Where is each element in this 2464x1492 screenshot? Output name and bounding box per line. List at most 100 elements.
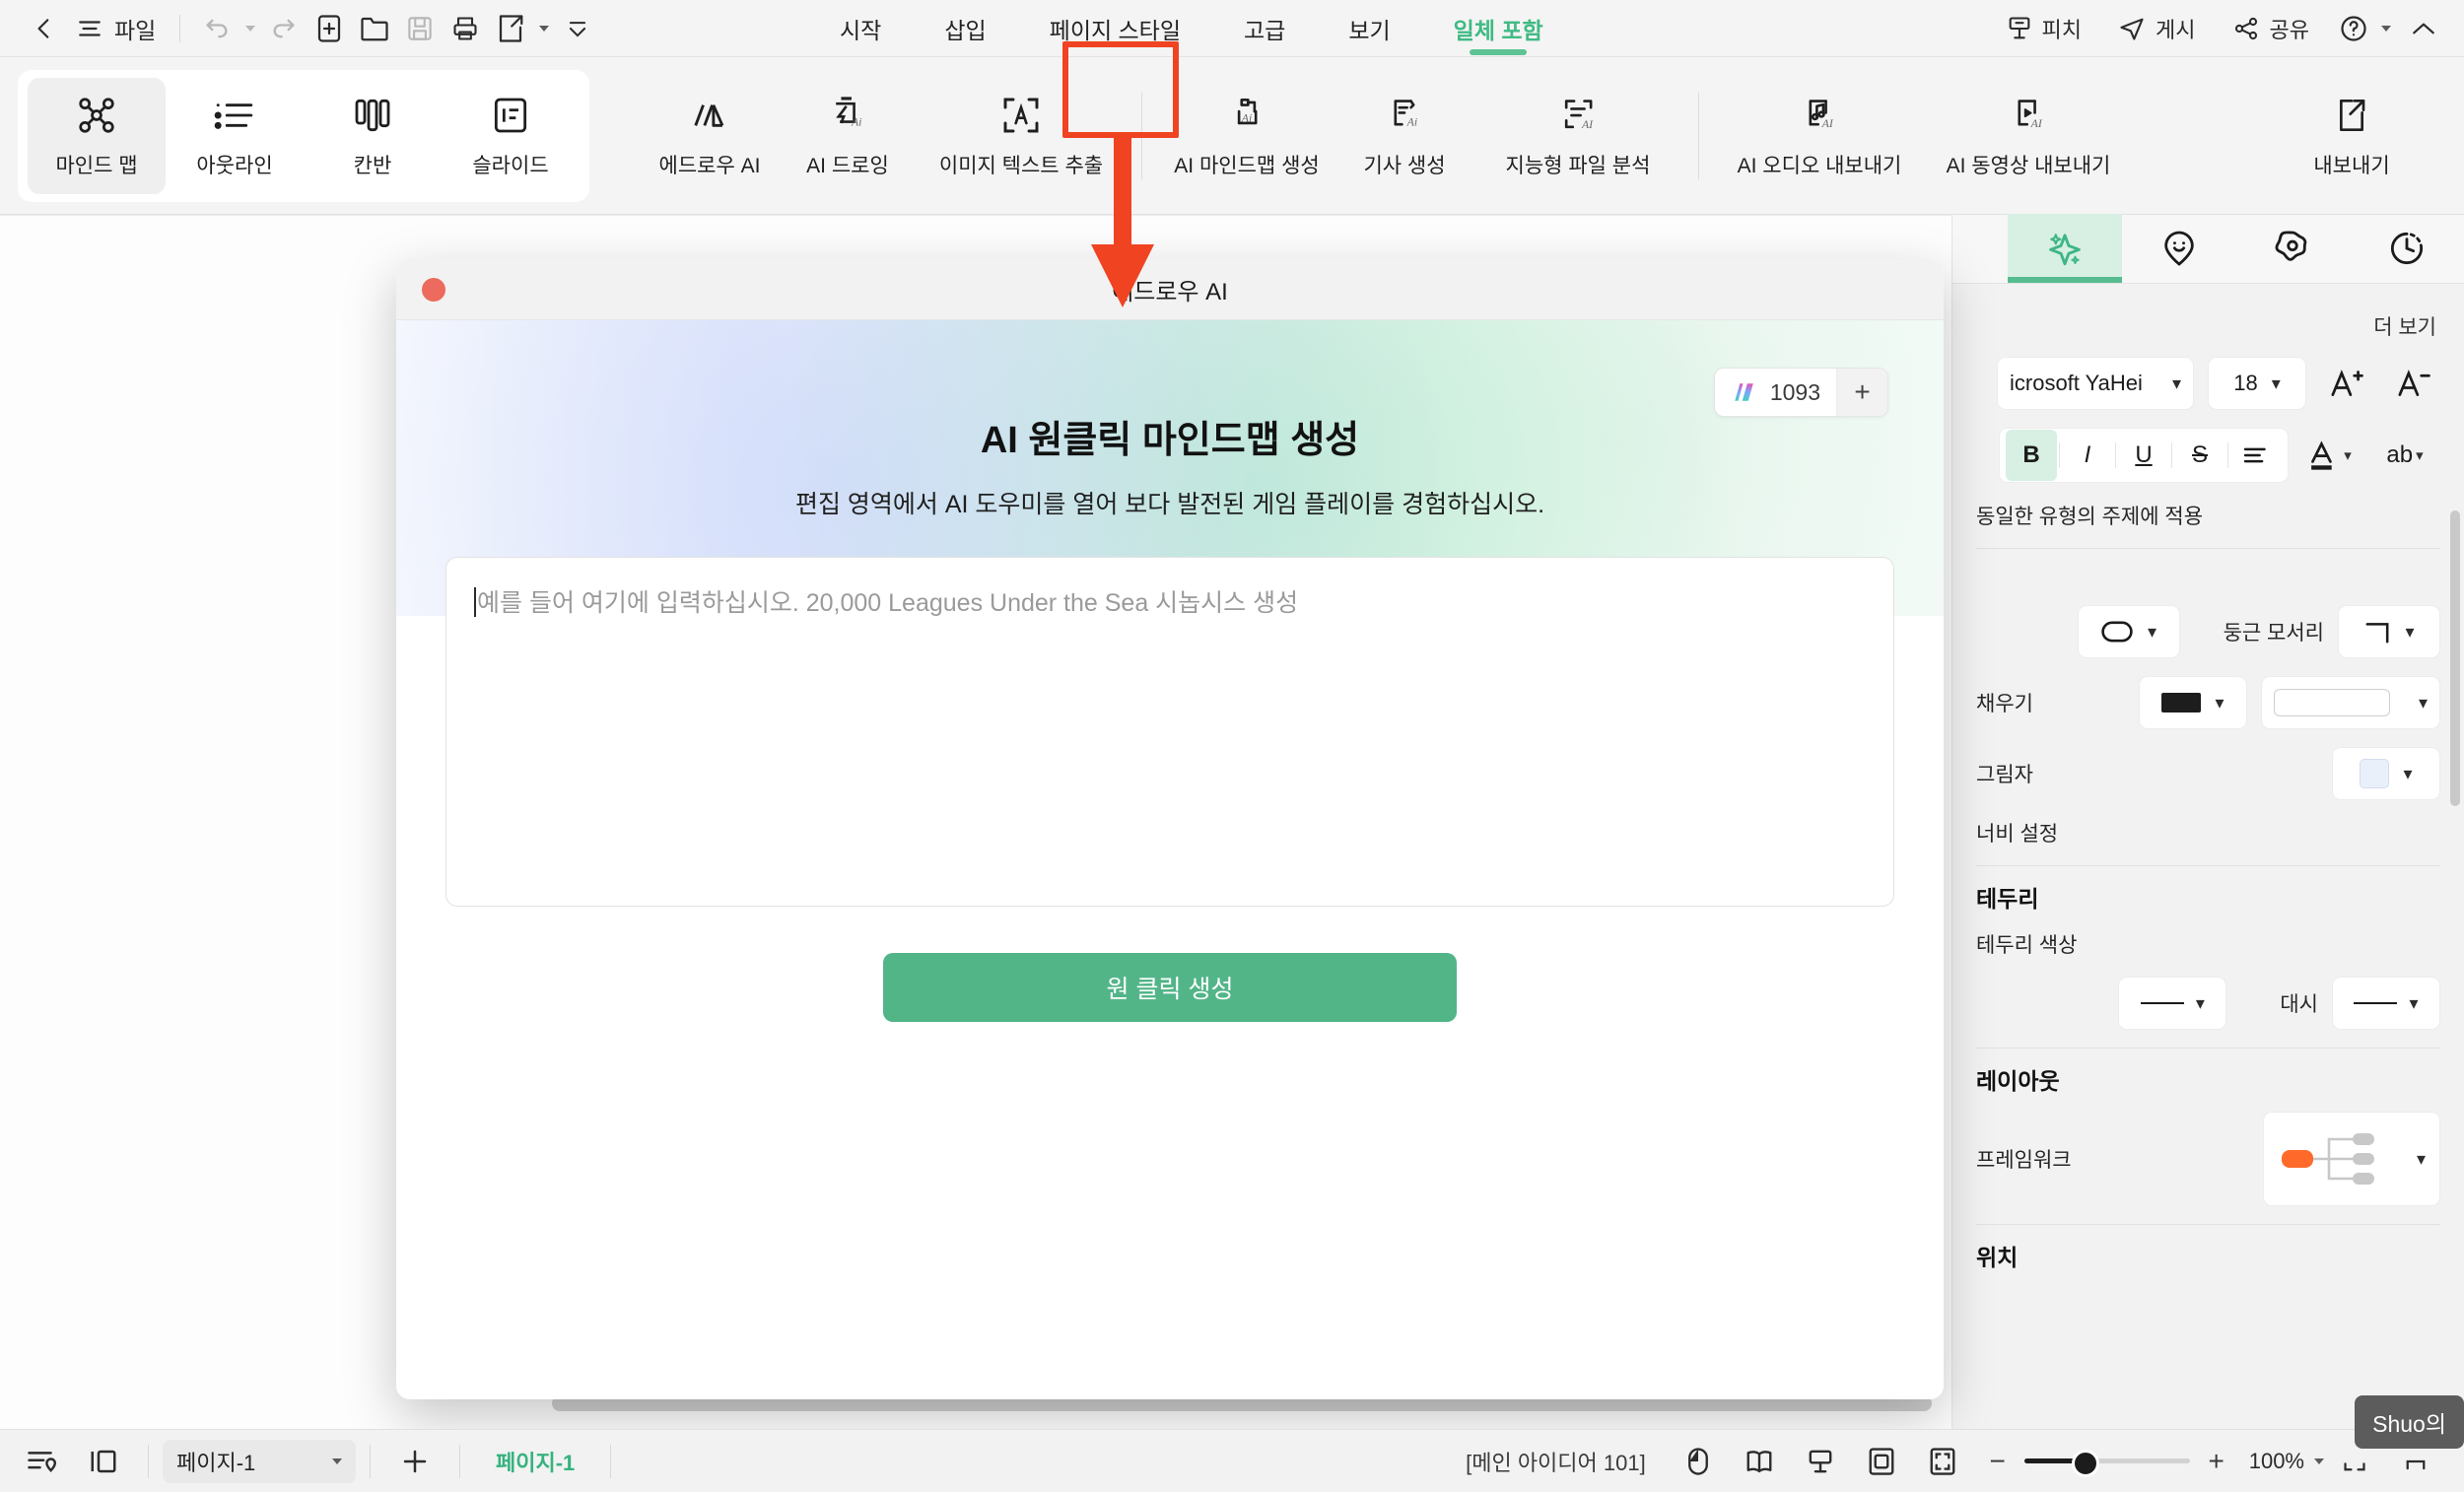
book-icon[interactable]: [1729, 1430, 1790, 1492]
align-icon[interactable]: [2230, 430, 2282, 481]
apply-same-type-row[interactable]: 동일한 유형의 주제에 적용: [1976, 501, 2440, 530]
dash-style-select[interactable]: ▾: [2332, 977, 2440, 1030]
outline-locate-icon[interactable]: [12, 1430, 73, 1492]
tab-all-inclusive[interactable]: 일체 포함: [1422, 0, 1575, 57]
page-select[interactable]: 페이지-1: [163, 1439, 356, 1483]
outline-list-icon: [213, 93, 256, 138]
framework-select[interactable]: ▾: [2263, 1112, 2440, 1206]
border-color-row[interactable]: 테두리 색상: [1976, 929, 2440, 959]
mouse-icon[interactable]: [1668, 1430, 1729, 1492]
font-color-icon[interactable]: ▾: [2302, 429, 2356, 482]
fullscreen-icon[interactable]: [1912, 1430, 1973, 1492]
font-decrease-icon[interactable]: [2387, 357, 2440, 410]
back-icon[interactable]: [22, 7, 67, 50]
zoom-slider[interactable]: [2023, 1450, 2190, 1477]
prompt-textarea[interactable]: 예를 들어 여기에 입력하십시오. 20,000 Leagues Under t…: [445, 557, 1894, 907]
fill-style-select[interactable]: ▾: [2261, 676, 2440, 729]
fit-page-icon[interactable]: [1851, 1430, 1912, 1492]
font-size-select[interactable]: 18 ▾: [2208, 357, 2306, 410]
ribbon-item-ai-drawing[interactable]: Ai AI 드로잉: [779, 78, 917, 194]
tab-page-style[interactable]: 페이지 스타일: [1018, 0, 1212, 57]
width-row[interactable]: 너비 설정: [1976, 818, 2440, 848]
fill-color-select[interactable]: ▾: [2139, 676, 2247, 729]
new-document-icon[interactable]: [307, 7, 352, 50]
shadow-row: 그림자 ▾: [1976, 747, 2440, 800]
print-icon[interactable]: [443, 7, 488, 50]
collapse-ribbon-button[interactable]: [2397, 19, 2444, 38]
font-increase-icon[interactable]: [2320, 357, 2373, 410]
panel-tab-ai[interactable]: [2008, 214, 2122, 283]
tab-advanced[interactable]: 고급: [1212, 0, 1317, 57]
presentation-view-icon[interactable]: [1790, 1430, 1851, 1492]
save-icon[interactable]: [397, 7, 443, 50]
chevron-down-icon: ▾: [2409, 992, 2419, 1013]
rounded-corner-select[interactable]: ▾: [2338, 605, 2440, 658]
svg-text:AI: AI: [1581, 117, 1594, 131]
share-label: 공유: [2269, 18, 2309, 42]
page-tab-1[interactable]: 페이지-1: [474, 1446, 596, 1477]
underline-icon[interactable]: U: [2118, 430, 2169, 481]
more-tools-icon[interactable]: [555, 7, 600, 50]
ribbon-item-image-ocr[interactable]: 이미지 텍스트 추출: [917, 78, 1126, 194]
zoom-out-button[interactable]: −: [1985, 1446, 2011, 1477]
share-button[interactable]: 공유: [2214, 13, 2327, 44]
strikethrough-icon[interactable]: S: [2174, 430, 2225, 481]
prompt-placeholder: 예를 들어 여기에 입력하십시오. 20,000 Leagues Under t…: [474, 583, 1866, 619]
shape-select[interactable]: ▾: [2077, 605, 2180, 658]
publish-button[interactable]: 게시: [2099, 13, 2213, 44]
panel-tab-settings[interactable]: [2236, 214, 2351, 283]
fill-color-swatch: [2161, 693, 2202, 712]
italic-icon[interactable]: I: [2062, 430, 2113, 481]
ribbon-item-article-gen[interactable]: Ai 기사 생성: [1335, 78, 1473, 194]
chevron-down-icon: ▾: [2271, 373, 2281, 393]
tab-view[interactable]: 보기: [1317, 0, 1421, 57]
tab-insert[interactable]: 삽입: [913, 0, 1017, 57]
ribbon-item-slide[interactable]: 슬라이드: [442, 78, 580, 194]
divider: [610, 1444, 612, 1478]
file-menu-label[interactable]: 파일: [112, 12, 166, 45]
export-share-icon[interactable]: [488, 7, 533, 50]
svg-text:Ai: Ai: [1241, 110, 1252, 124]
shadow-select[interactable]: ▾: [2332, 747, 2440, 800]
chevron-down-icon: ▾: [2195, 992, 2205, 1013]
ribbon-item-kanban[interactable]: 칸반: [304, 78, 442, 194]
panel-tab-theme[interactable]: [2122, 214, 2236, 283]
undo-icon[interactable]: [194, 7, 240, 50]
bold-icon[interactable]: B: [2006, 430, 2057, 481]
ribbon-item-mindmap[interactable]: 마인드 맵: [28, 77, 166, 194]
chevron-down-icon: [332, 1458, 342, 1464]
divider: [2059, 442, 2060, 468]
ribbon-item-file-analysis[interactable]: AI 지능형 파일 분석: [1473, 78, 1682, 194]
export-dropdown-icon[interactable]: [533, 7, 555, 50]
hamburger-icon[interactable]: [67, 7, 112, 50]
help-button[interactable]: [2327, 14, 2397, 43]
panel-content: 더 보기 icrosoft YaHei ▾ 18 ▾ B I U S ▾ ab …: [1952, 284, 2464, 1272]
help-dropdown-icon[interactable]: [2381, 26, 2391, 32]
zoom-dropdown-icon[interactable]: [2314, 1458, 2324, 1464]
font-family-select[interactable]: icrosoft YaHei ▾: [1997, 357, 2194, 410]
generate-button[interactable]: 원 클릭 생성: [883, 953, 1457, 1022]
rounded-rect-icon: [2100, 620, 2134, 644]
tab-start[interactable]: 시작: [808, 0, 913, 57]
more-link[interactable]: 더 보기: [1976, 298, 2440, 357]
panel-vertical-scrollbar[interactable]: [2450, 510, 2460, 806]
undo-dropdown-icon[interactable]: [240, 7, 261, 50]
open-folder-icon[interactable]: [352, 7, 397, 50]
divider: [1976, 548, 2440, 549]
pitch-button[interactable]: 피치: [1988, 13, 2099, 44]
border-style-select[interactable]: ▾: [2118, 977, 2227, 1030]
panel-tab-history[interactable]: [2350, 214, 2464, 283]
ribbon-item-ai-mindmap[interactable]: Ai AI 마인드맵 생성: [1158, 78, 1335, 194]
ribbon-item-edrawai[interactable]: 에드로우 AI: [641, 78, 779, 194]
ribbon-item-ai-audio-export[interactable]: AI AI 오디오 내보내기: [1715, 78, 1924, 194]
ribbon-item-export[interactable]: 내보내기: [2283, 78, 2421, 194]
highlight-icon[interactable]: ab ▾: [2369, 429, 2440, 482]
zoom-in-button[interactable]: +: [2204, 1446, 2229, 1477]
ribbon-item-outline[interactable]: 아웃라인: [166, 78, 304, 194]
side-panel-icon[interactable]: [73, 1430, 134, 1492]
add-page-button[interactable]: [384, 1430, 445, 1492]
ribbon-item-ai-video-export[interactable]: AI AI 동영상 내보내기: [1924, 78, 2133, 194]
zoom-slider-handle[interactable]: [2071, 1450, 2099, 1477]
divider: [2227, 442, 2228, 468]
redo-icon[interactable]: [261, 7, 307, 50]
